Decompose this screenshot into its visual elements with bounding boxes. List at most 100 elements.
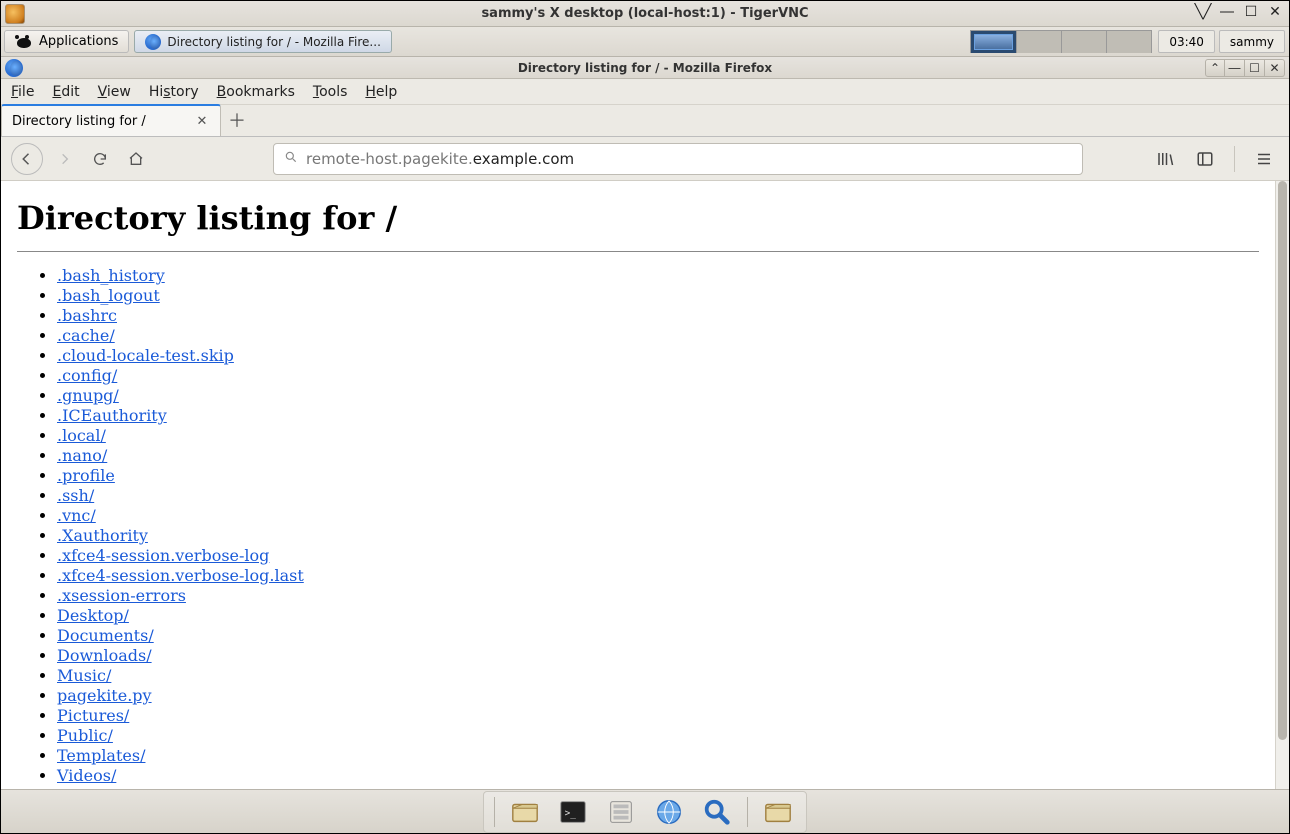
- directory-entry-link[interactable]: .Xauthority: [57, 526, 148, 545]
- directory-entry-link[interactable]: .nano/: [57, 446, 107, 465]
- menu-history[interactable]: History: [149, 84, 199, 100]
- menu-view[interactable]: View: [98, 84, 131, 100]
- directory-entry-link[interactable]: .bash_logout: [57, 286, 160, 305]
- directory-entry: .xfce4-session.verbose-log.last: [57, 566, 1259, 585]
- nav-home-button[interactable]: [121, 144, 151, 174]
- firefox-minimize-icon[interactable]: ―: [1225, 59, 1245, 77]
- directory-entry: pagekite.py: [57, 686, 1259, 705]
- taskbar-item-firefox[interactable]: Directory listing for / - Mozilla Fire..…: [134, 30, 391, 53]
- new-tab-button[interactable]: ＋: [221, 104, 253, 136]
- directory-entry: Desktop/: [57, 606, 1259, 625]
- workspace-switcher[interactable]: [970, 30, 1152, 53]
- tigervnc-icon: [5, 4, 25, 24]
- url-host-dim: remote-host.pagekite.: [306, 150, 473, 168]
- vnc-maximize-icon[interactable]: ☐: [1243, 4, 1259, 20]
- directory-entry-link[interactable]: Videos/: [57, 766, 116, 785]
- directory-entry-link[interactable]: Pictures/: [57, 706, 129, 725]
- directory-entry: .ssh/: [57, 486, 1259, 505]
- browser-tab-active[interactable]: Directory listing for / ✕: [1, 104, 221, 136]
- directory-entry-link[interactable]: Templates/: [57, 746, 145, 765]
- library-button[interactable]: [1150, 144, 1180, 174]
- nav-back-button[interactable]: [11, 143, 43, 175]
- dock-file-manager-button[interactable]: [603, 794, 639, 830]
- vnc-close-icon[interactable]: ✕: [1267, 4, 1283, 20]
- panel-user-button[interactable]: sammy: [1219, 30, 1285, 53]
- directory-entry: .Xauthority: [57, 526, 1259, 545]
- url-bar[interactable]: remote-host.pagekite.example.com: [273, 143, 1083, 175]
- menu-file[interactable]: File: [11, 84, 34, 100]
- xfce-top-panel: Applications Directory listing for / - M…: [1, 27, 1289, 57]
- dock-terminal-button[interactable]: >_: [555, 794, 591, 830]
- menu-help[interactable]: Help: [365, 84, 397, 100]
- directory-entry: .bash_history: [57, 266, 1259, 285]
- panel-clock[interactable]: 03:40: [1158, 30, 1215, 53]
- directory-entry-link[interactable]: pagekite.py: [57, 686, 152, 705]
- workspace-1[interactable]: [971, 31, 1016, 53]
- firefox-tab-strip: Directory listing for / ✕ ＋: [1, 105, 1289, 137]
- directory-entry-link[interactable]: Downloads/: [57, 646, 152, 665]
- directory-entry-link[interactable]: Documents/: [57, 626, 154, 645]
- dock-show-desktop-button[interactable]: [507, 794, 543, 830]
- applications-menu-button[interactable]: Applications: [4, 30, 129, 53]
- vnc-rollup-icon[interactable]: ╲╱: [1195, 4, 1211, 20]
- directory-entry-link[interactable]: .config/: [57, 366, 117, 385]
- directory-entry-link[interactable]: .bashrc: [57, 306, 117, 325]
- directory-entry-link[interactable]: .ssh/: [57, 486, 94, 505]
- directory-entry-link[interactable]: .local/: [57, 426, 106, 445]
- directory-entry-link[interactable]: .profile: [57, 466, 115, 485]
- directory-entry-link[interactable]: .gnupg/: [57, 386, 119, 405]
- directory-entry-link[interactable]: .cloud-locale-test.skip: [57, 346, 234, 365]
- directory-entry-link[interactable]: .xfce4-session.verbose-log.last: [57, 566, 304, 585]
- firefox-rollup-icon[interactable]: ⌃: [1205, 59, 1225, 77]
- workspace-2[interactable]: [1016, 31, 1061, 53]
- firefox-maximize-icon[interactable]: ☐: [1245, 59, 1265, 77]
- vnc-window-buttons: ╲╱ ― ☐ ✕: [1195, 4, 1283, 20]
- directory-entry-link[interactable]: .xfce4-session.verbose-log: [57, 546, 269, 565]
- directory-entry: .xfce4-session.verbose-log: [57, 546, 1259, 565]
- firefox-icon: [5, 59, 23, 77]
- directory-entry-link[interactable]: .cache/: [57, 326, 115, 345]
- firefox-close-icon[interactable]: ✕: [1265, 59, 1285, 77]
- menu-edit[interactable]: Edit: [52, 84, 79, 100]
- menu-bookmarks[interactable]: Bookmarks: [217, 84, 295, 100]
- directory-entry: .profile: [57, 466, 1259, 485]
- page-scrollbar-track[interactable]: [1275, 181, 1289, 789]
- dock-home-folder-button[interactable]: [760, 794, 796, 830]
- page-scrollbar-thumb[interactable]: [1278, 181, 1287, 740]
- dock-separator: [747, 797, 748, 827]
- directory-entry-link[interactable]: Desktop/: [57, 606, 129, 625]
- dock-app-finder-button[interactable]: [699, 794, 735, 830]
- panel-spacer: [394, 27, 966, 56]
- page-heading: Directory listing for /: [17, 199, 1259, 237]
- menu-tools[interactable]: Tools: [313, 84, 348, 100]
- sidebar-button[interactable]: [1190, 144, 1220, 174]
- directory-entry: .config/: [57, 366, 1259, 385]
- tab-close-icon[interactable]: ✕: [194, 113, 210, 129]
- directory-entry-link[interactable]: Public/: [57, 726, 113, 745]
- firefox-titlebar: Directory listing for / - Mozilla Firefo…: [1, 57, 1289, 79]
- vnc-minimize-icon[interactable]: ―: [1219, 4, 1235, 20]
- hamburger-menu-button[interactable]: [1249, 144, 1279, 174]
- directory-entry-link[interactable]: .vnc/: [57, 506, 96, 525]
- directory-entry: .nano/: [57, 446, 1259, 465]
- nav-separator: [1234, 146, 1235, 172]
- directory-entry: .local/: [57, 426, 1259, 445]
- workspace-3[interactable]: [1061, 31, 1106, 53]
- workspace-4[interactable]: [1106, 31, 1151, 53]
- directory-entry-link[interactable]: Music/: [57, 666, 111, 685]
- dock-web-browser-button[interactable]: [651, 794, 687, 830]
- dock-separator: [494, 797, 495, 827]
- taskbar-item-label: Directory listing for / - Mozilla Fire..…: [167, 35, 380, 49]
- page-content[interactable]: Directory listing for / .bash_history.ba…: [1, 181, 1275, 789]
- directory-entry-link[interactable]: .xsession-errors: [57, 586, 186, 605]
- directory-entry-link[interactable]: .ICEauthority: [57, 406, 167, 425]
- directory-entry: Music/: [57, 666, 1259, 685]
- xfce-mouse-icon: [15, 35, 33, 49]
- firefox-nav-toolbar: remote-host.pagekite.example.com: [1, 137, 1289, 181]
- directory-entry: Documents/: [57, 626, 1259, 645]
- directory-entry-link[interactable]: .bash_history: [57, 266, 165, 285]
- nav-reload-button[interactable]: [85, 144, 115, 174]
- firefox-menubar: File Edit View History Bookmarks Tools H…: [1, 79, 1289, 105]
- workspace-window-icon: [1000, 36, 1012, 48]
- directory-entry: .xsession-errors: [57, 586, 1259, 605]
